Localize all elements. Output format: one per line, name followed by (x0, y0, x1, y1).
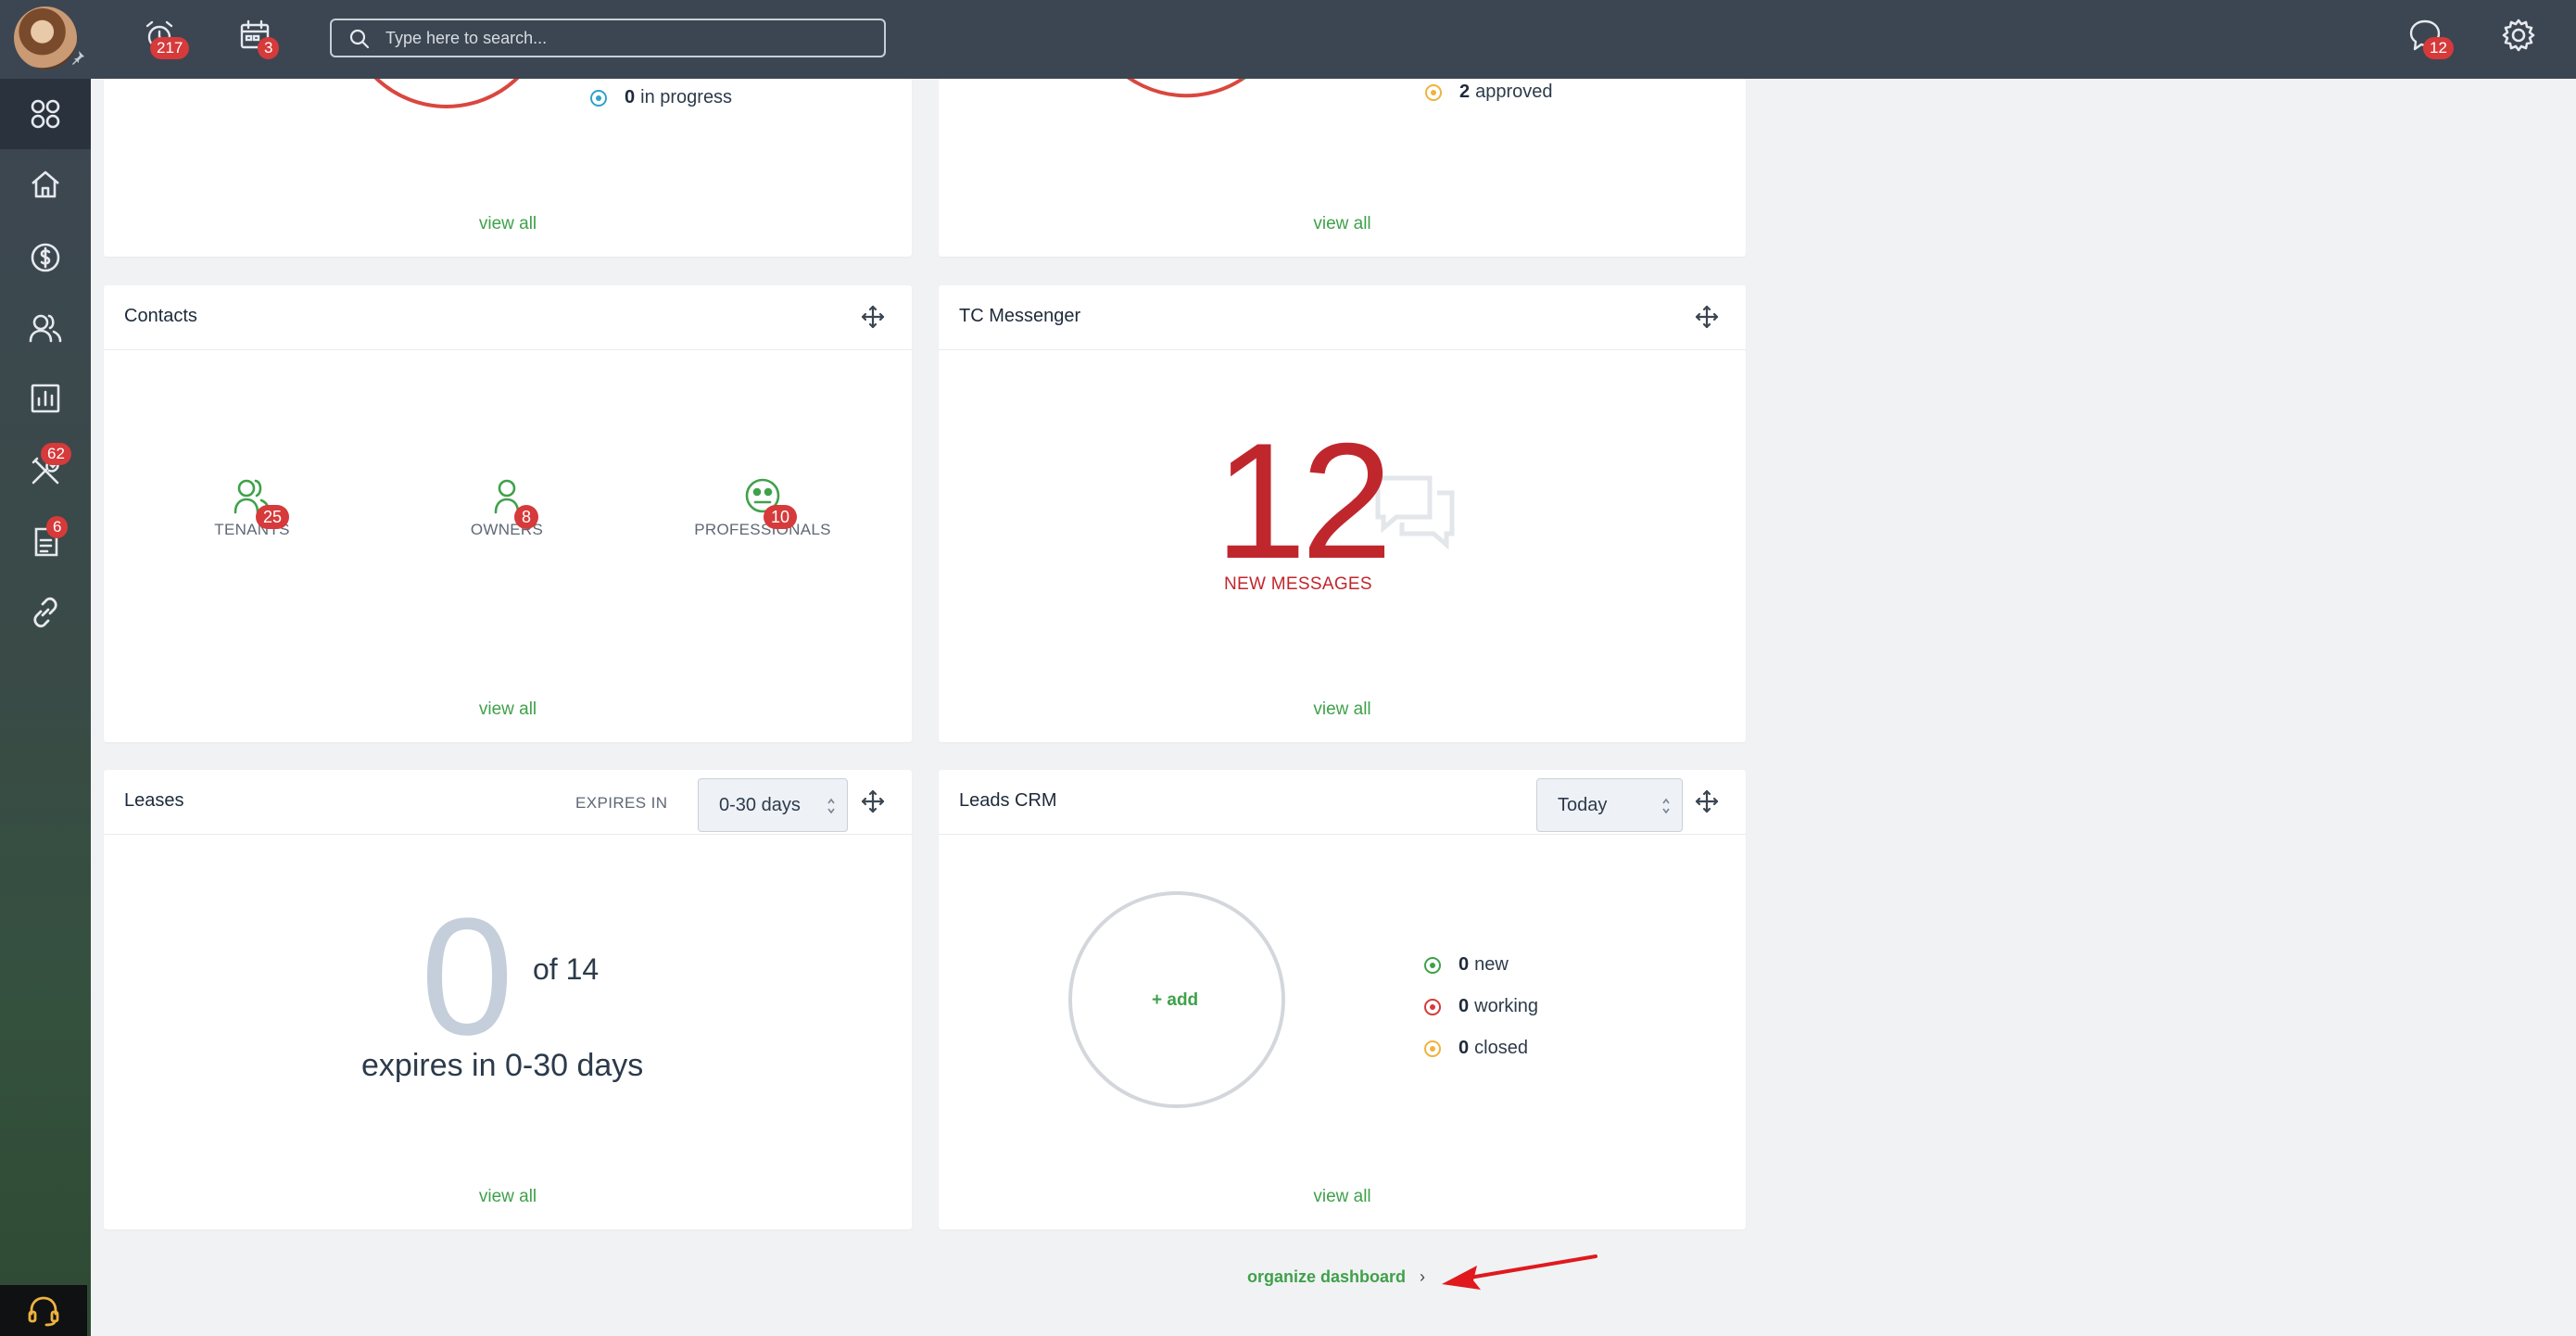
move-handle-icon[interactable] (1694, 304, 1720, 330)
headset-icon (28, 1296, 59, 1326)
expires-text: expires in 0-30 days (361, 1048, 644, 1083)
expires-in-label: EXPIRES IN (575, 794, 668, 812)
chevron-right-icon: › (1420, 1267, 1426, 1286)
bar-chart-icon (31, 384, 60, 413)
approval-ring (1127, 79, 1246, 98)
move-handle-icon[interactable] (860, 788, 886, 814)
view-all-link[interactable]: view all (939, 214, 1746, 234)
messages-count-badge: 12 (2423, 37, 2454, 59)
sidebar-item-links[interactable] (0, 577, 91, 648)
pin-icon (70, 50, 85, 65)
help-button[interactable] (0, 1285, 87, 1336)
expiring-leases-count: 0 (421, 884, 514, 1070)
card-header: Leases EXPIRES IN 0-30 days (104, 770, 912, 835)
sidebar-item-reports[interactable] (0, 363, 91, 434)
maintenance-count-badge: 62 (41, 443, 71, 465)
status-dot-icon (1424, 998, 1441, 1015)
search-input[interactable] (385, 28, 867, 48)
card-title: Contacts (124, 306, 197, 326)
contact-owners[interactable]: 8 OWNERS (414, 477, 600, 539)
calendar-count-badge: 3 (258, 37, 280, 59)
gear-icon (2502, 19, 2535, 52)
link-icon (33, 597, 57, 628)
user-avatar[interactable] (14, 6, 77, 69)
messenger-card: TC Messenger 12 NEW MESSAGES view all (939, 285, 1746, 742)
view-all-link[interactable]: view all (104, 700, 912, 720)
new-messages-count: 12 (1215, 409, 1393, 593)
card-title: Leads CRM (959, 790, 1057, 811)
leases-card: Leases EXPIRES IN 0-30 days 0 of 14 expi… (104, 770, 912, 1229)
top-bar: 217 3 12 (0, 0, 2576, 79)
dollar-icon (31, 243, 60, 272)
view-all-link[interactable]: view all (104, 1187, 912, 1207)
sidebar: 62 6 (0, 79, 91, 1336)
card-header: Contacts (104, 285, 912, 350)
move-handle-icon[interactable] (1694, 788, 1720, 814)
top-right-card: 2 approved view all (939, 79, 1746, 257)
annotation-arrow-icon (1442, 1254, 1597, 1290)
card-title: Leases (124, 790, 184, 811)
leads-closed-stat: 0 closed (1423, 1038, 1528, 1059)
add-lead-link[interactable]: + add (1152, 990, 1198, 1011)
calendar-button[interactable]: 3 (236, 17, 283, 63)
leads-working-stat: 0 working (1423, 996, 1538, 1017)
apps-grid-icon (31, 99, 60, 129)
sidebar-item-home[interactable] (0, 149, 91, 220)
new-messages-label: NEW MESSAGES (1224, 574, 1372, 594)
expires-range-select[interactable]: 0-30 days (698, 778, 848, 832)
approved-stat: 2 approved (1424, 82, 1553, 103)
home-icon (32, 170, 59, 198)
sidebar-item-dashboard[interactable] (0, 79, 91, 149)
messages-button[interactable]: 12 (2406, 17, 2454, 63)
alerts-count-badge: 217 (150, 37, 190, 59)
leads-crm-card: Leads CRM Today + add 0 new 0 working 0 clo… (939, 770, 1746, 1229)
select-arrows-icon (827, 798, 835, 814)
status-dot-icon (1424, 1040, 1441, 1057)
search-icon (348, 28, 371, 55)
alarm-button[interactable]: 217 (141, 17, 190, 63)
sidebar-item-contacts[interactable] (0, 293, 91, 363)
documents-count-badge: 6 (46, 516, 69, 538)
view-all-link[interactable]: view all (104, 214, 912, 234)
settings-button[interactable] (2500, 17, 2546, 63)
leads-period-select[interactable]: Today (1536, 778, 1683, 832)
users-icon (29, 314, 62, 343)
total-leases-text: of 14 (533, 952, 600, 986)
status-dot-icon (1425, 83, 1442, 101)
select-arrows-icon (1662, 798, 1670, 814)
contact-professionals[interactable]: 10 PROFESSIONALS (670, 477, 855, 539)
top-left-card: 0 in progress view all (104, 79, 912, 257)
contact-tenants[interactable]: 25 TENANTS (159, 477, 345, 539)
tenants-count-badge: 25 (256, 505, 290, 529)
move-handle-icon[interactable] (860, 304, 886, 330)
contacts-card: Contacts 25 TENANTS 8 OWNERS 10 PROFESSI… (104, 285, 912, 742)
organize-dashboard-link[interactable]: organize dashboard › (1247, 1267, 1425, 1287)
card-title: TC Messenger (959, 306, 1081, 326)
status-dot-icon (590, 89, 607, 107)
in-progress-stat: 0 in progress (589, 87, 732, 108)
owners-count-badge: 8 (514, 505, 539, 529)
status-dot-icon (1424, 956, 1441, 974)
view-all-link[interactable]: view all (939, 1187, 1746, 1207)
search-box[interactable] (330, 19, 886, 57)
sidebar-item-accounting[interactable] (0, 222, 91, 293)
card-header: TC Messenger (939, 285, 1746, 350)
sidebar-item-documents[interactable]: 6 (0, 507, 91, 577)
leads-new-stat: 0 new (1423, 954, 1509, 976)
card-header: Leads CRM Today (939, 770, 1746, 835)
sidebar-item-maintenance[interactable]: 62 (0, 435, 91, 506)
professionals-count-badge: 10 (764, 505, 798, 529)
view-all-link[interactable]: view all (939, 700, 1746, 720)
progress-ring (373, 79, 520, 108)
